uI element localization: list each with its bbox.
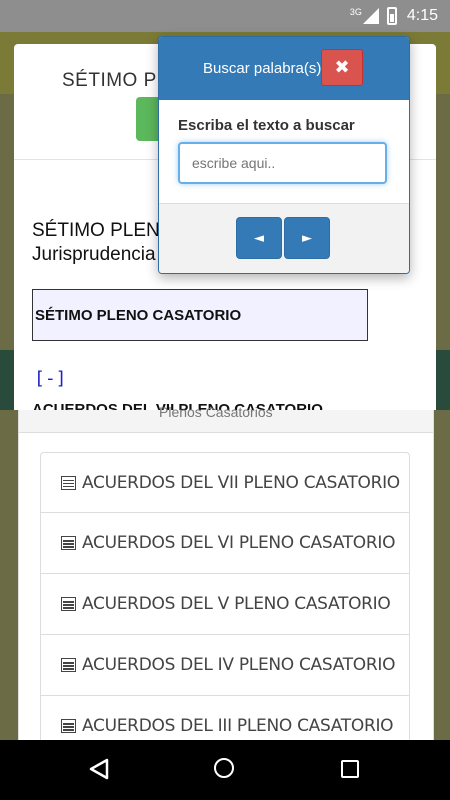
battery-icon: [386, 7, 397, 25]
plenos-list: ACUERDOS DEL VII PLENO CASATORIO ACUERDO…: [40, 452, 410, 757]
collapse-link[interactable]: [-]: [34, 368, 67, 389]
list-panel-header: Plenos Casatorios: [19, 404, 433, 433]
list-item[interactable]: ACUERDOS DEL VII PLENO CASATORIO: [40, 452, 410, 513]
list-icon: [61, 597, 76, 611]
system-nav-bar: [0, 740, 450, 800]
search-label: Escriba el texto a buscar: [178, 117, 355, 134]
search-dialog: Buscar palabra(s) ✖ Escriba el texto a b…: [158, 36, 410, 274]
plenos-list-panel: Plenos Casatorios ACUERDOS DEL VII PLENO…: [18, 404, 434, 757]
arrow-left-icon: ◄: [254, 230, 264, 246]
home-icon[interactable]: [214, 758, 234, 778]
list-icon: [61, 719, 76, 733]
recent-apps-icon[interactable]: [341, 760, 359, 778]
back-icon[interactable]: [88, 758, 110, 784]
list-item[interactable]: ACUERDOS DEL VI PLENO CASATORIO: [40, 513, 410, 574]
list-item-label: ACUERDOS DEL V PLENO CASATORIO: [82, 594, 391, 614]
signal-icon: [362, 8, 379, 24]
close-button[interactable]: ✖: [321, 49, 363, 86]
previous-match-button[interactable]: ◄: [236, 217, 282, 259]
arrow-right-icon: ►: [302, 230, 312, 246]
list-icon: [61, 658, 76, 672]
list-item[interactable]: ACUERDOS DEL V PLENO CASATORIO: [40, 574, 410, 635]
status-bar: 3G 4:15: [0, 0, 450, 32]
status-time: 4:15: [406, 7, 438, 24]
list-panel-title: Plenos Casatorios: [159, 404, 273, 420]
dialog-title: Buscar palabra(s): [203, 60, 322, 77]
list-icon: [61, 475, 76, 490]
next-match-button[interactable]: ►: [284, 217, 330, 259]
content-title: SÉTIMO PLEN: [32, 220, 160, 241]
network-label: 3G: [349, 7, 362, 17]
search-input[interactable]: [178, 142, 387, 184]
list-icon: [61, 536, 76, 550]
list-item-label: ACUERDOS DEL III PLENO CASATORIO: [82, 716, 394, 736]
content-subtitle: Jurisprudencia: [32, 244, 156, 265]
dialog-header: Buscar palabra(s): [159, 37, 409, 100]
list-item-label: ACUERDOS DEL VI PLENO CASATORIO: [82, 533, 396, 553]
list-item-label: ACUERDOS DEL IV PLENO CASATORIO: [82, 655, 396, 675]
list-item-label: ACUERDOS DEL VII PLENO CASATORIO: [82, 472, 400, 493]
close-icon: ✖: [334, 57, 350, 78]
list-item[interactable]: ACUERDOS DEL IV PLENO CASATORIO: [40, 635, 410, 696]
boxed-heading: SÉTIMO PLENO CASATORIO: [32, 289, 368, 341]
